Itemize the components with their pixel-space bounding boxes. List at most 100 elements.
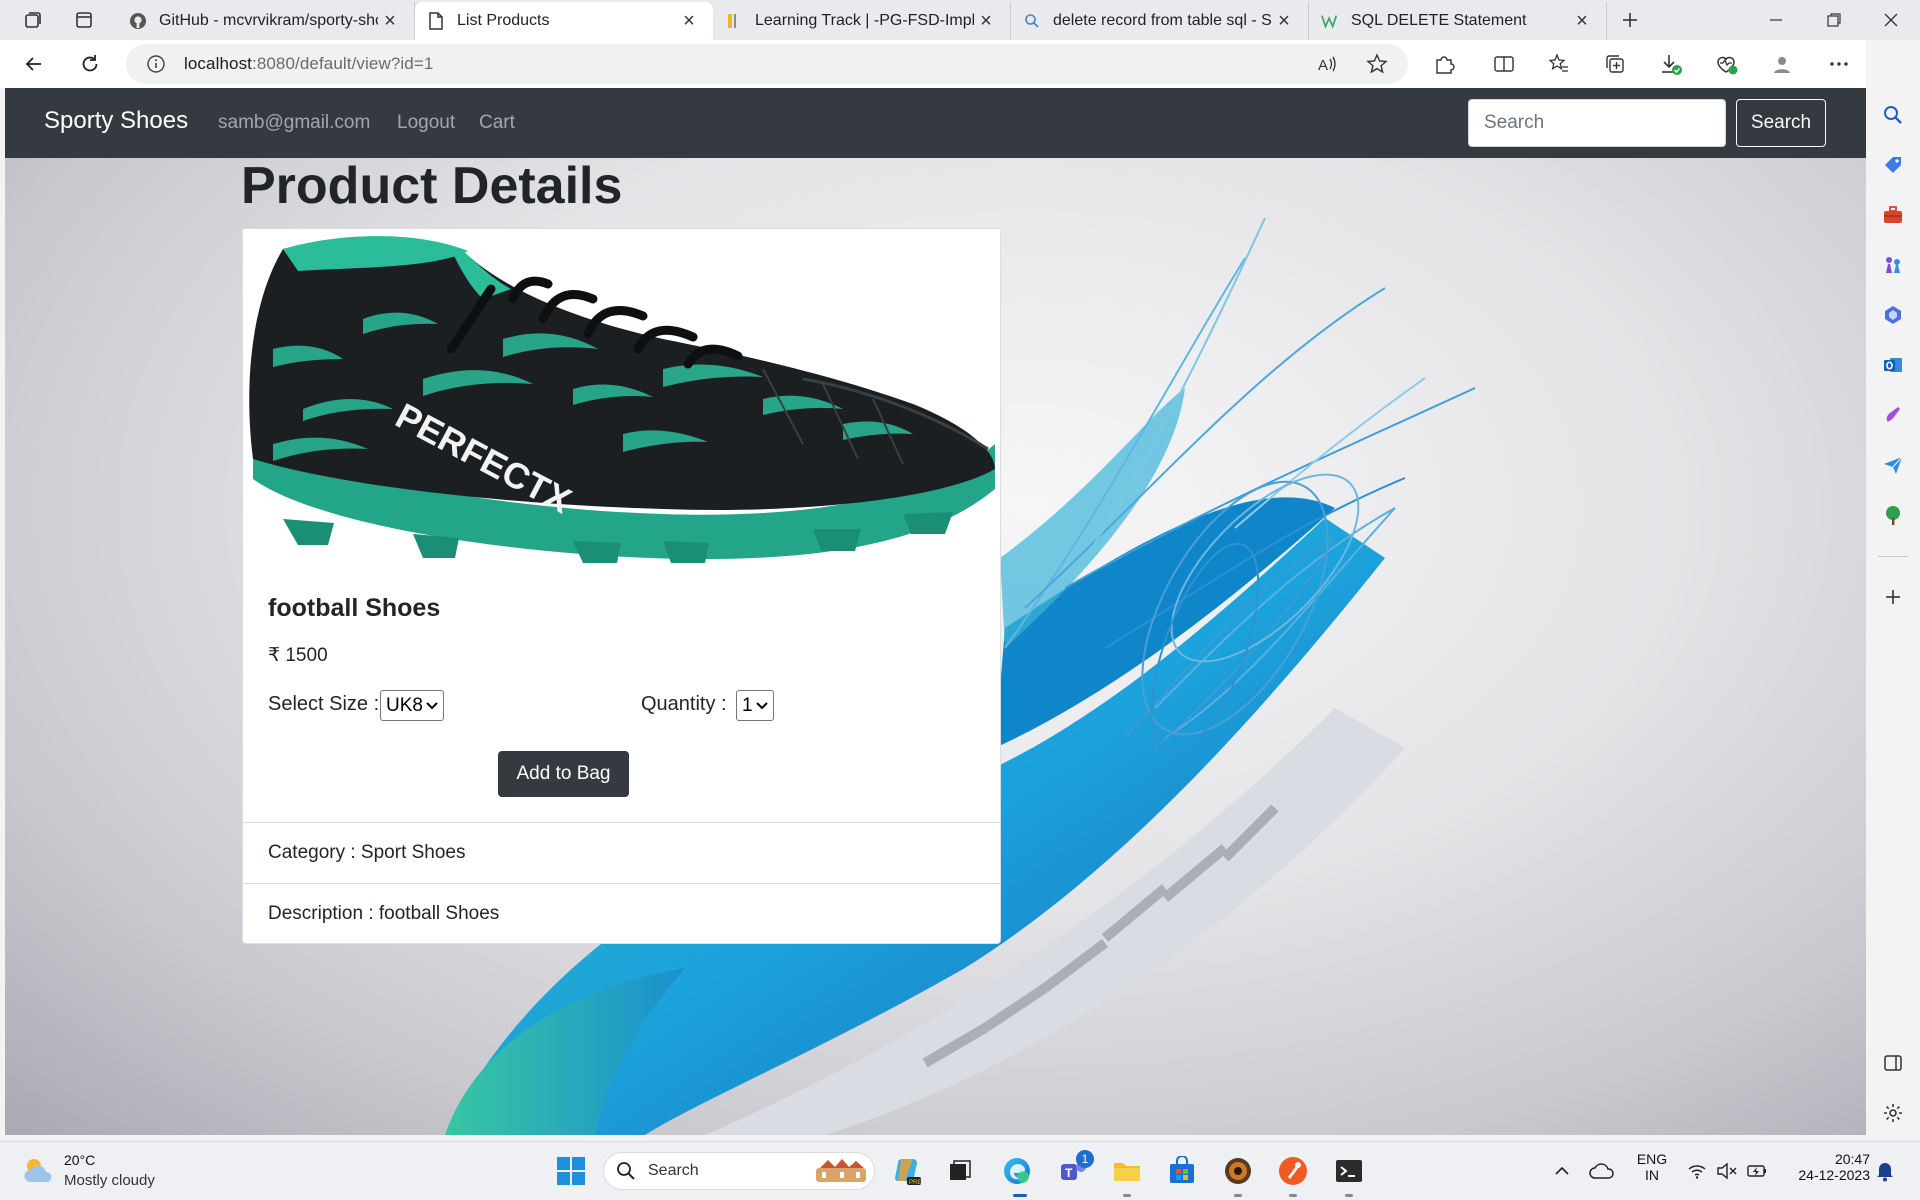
show-hidden-icons-chevron-up-icon[interactable]: [1543, 1152, 1581, 1190]
settings-more-icon[interactable]: [1825, 50, 1853, 78]
chevron-down-icon: [426, 699, 438, 713]
product-price: ₹ 1500: [268, 645, 328, 666]
close-tab-icon[interactable]: ×: [1570, 9, 1594, 33]
sidebar-divider: [1878, 556, 1908, 557]
close-window-icon[interactable]: [1863, 0, 1919, 40]
tree-icon[interactable]: [1880, 502, 1906, 528]
clock-date: 24-12-2023: [1798, 1167, 1870, 1183]
search-icon[interactable]: [1880, 102, 1906, 128]
microsoft-store-icon[interactable]: [1163, 1152, 1201, 1190]
clock[interactable]: 20:47 24-12-2023: [1780, 1151, 1870, 1183]
tab-title: delete record from table sql - Se: [1053, 12, 1272, 29]
size-label: Select Size :: [268, 693, 380, 715]
clock-time: 20:47: [1834, 1151, 1870, 1167]
downloads-icon[interactable]: [1657, 50, 1685, 78]
file-explorer-icon[interactable]: [1108, 1152, 1146, 1190]
close-tab-icon[interactable]: ×: [378, 9, 402, 33]
sidebar-settings-icon[interactable]: [1880, 1100, 1906, 1126]
edge-sidebar: [1866, 40, 1920, 1135]
tab-actions-icon[interactable]: [64, 0, 104, 40]
search-highlight-icon: [814, 1156, 870, 1186]
app-game-icon[interactable]: [1219, 1152, 1257, 1190]
product-category: Category : Sport Shoes: [243, 822, 1000, 883]
tab-search-results[interactable]: delete record from table sql - Se ×: [1011, 2, 1309, 40]
tools-briefcase-icon[interactable]: [1880, 202, 1906, 228]
size-select[interactable]: UK8: [380, 690, 444, 721]
tab-title: Learning Track | -PG-FSD-Implem: [755, 12, 974, 29]
back-icon[interactable]: [16, 46, 52, 82]
close-tab-icon[interactable]: ×: [1272, 9, 1296, 33]
add-to-bag-button[interactable]: Add to Bag: [498, 751, 629, 797]
battery-charging-icon[interactable]: [1738, 1152, 1776, 1190]
site-search-button[interactable]: Search: [1736, 99, 1826, 147]
terminal-running-indicator: [1345, 1194, 1353, 1197]
taskbar-search-box[interactable]: Search: [603, 1152, 875, 1190]
copilot-preview-icon[interactable]: PRE: [888, 1152, 926, 1190]
close-tab-icon[interactable]: ×: [677, 9, 701, 33]
close-tab-icon[interactable]: ×: [974, 9, 998, 33]
profile-icon[interactable]: [1768, 50, 1796, 78]
collections-icon[interactable]: [1601, 50, 1629, 78]
workspaces-icon[interactable]: [13, 0, 53, 40]
tab-title: SQL DELETE Statement: [1351, 12, 1527, 29]
site-brand[interactable]: Sporty Shoes: [44, 107, 188, 135]
language-code: ENG: [1636, 1151, 1668, 1167]
tab-title: List Products: [457, 12, 550, 29]
terminal-icon[interactable]: [1330, 1152, 1368, 1190]
tab-list-products[interactable]: List Products ×: [415, 2, 713, 40]
new-tab-icon[interactable]: [1610, 0, 1650, 40]
browser-tab-strip: GitHub - mcvrvikram/sporty-sho × List Pr…: [0, 0, 1920, 40]
nav-logout-link[interactable]: Logout: [397, 112, 455, 134]
weather-cloudy-icon[interactable]: [20, 1152, 58, 1190]
read-aloud-icon[interactable]: A: [1313, 50, 1341, 78]
postman-icon[interactable]: [1274, 1152, 1312, 1190]
nav-cart-link[interactable]: Cart: [479, 112, 515, 134]
quantity-select[interactable]: 1: [736, 690, 774, 721]
language-indicator[interactable]: ENG IN: [1632, 1151, 1672, 1183]
search-icon: [1023, 12, 1041, 30]
site-info-icon[interactable]: [144, 52, 168, 76]
product-image: PERFECTX: [243, 229, 1000, 576]
task-view-icon[interactable]: [941, 1152, 979, 1190]
browser-essentials-icon[interactable]: [1712, 50, 1740, 78]
designer-icon[interactable]: [1880, 402, 1906, 428]
product-description: Description : football Shoes: [243, 883, 1000, 944]
game-running-indicator: [1234, 1194, 1242, 1197]
github-icon: [129, 12, 147, 30]
favorite-star-icon[interactable]: [1363, 50, 1391, 78]
address-bar[interactable]: localhost:8080/default/view?id=1: [126, 44, 1408, 84]
games-chess-icon[interactable]: [1880, 252, 1906, 278]
add-icon[interactable]: [1880, 584, 1906, 610]
tab-sql-delete[interactable]: SQL DELETE Statement ×: [1309, 2, 1607, 40]
microsoft-365-icon[interactable]: [1880, 302, 1906, 328]
extensions-icon[interactable]: [1430, 50, 1458, 78]
hide-sidebar-icon[interactable]: [1880, 1050, 1906, 1076]
onedrive-cloud-icon[interactable]: [1583, 1152, 1621, 1190]
windows-taskbar: 20°C Mostly cloudy Search PRE T 1 ENG IN…: [0, 1141, 1920, 1200]
windows-start-icon[interactable]: [552, 1152, 590, 1190]
notification-bell-icon[interactable]: [1866, 1152, 1904, 1190]
refresh-icon[interactable]: [72, 46, 108, 82]
nav-user-email[interactable]: samb@gmail.com: [218, 112, 370, 134]
tab-github[interactable]: GitHub - mcvrvikram/sporty-sho ×: [117, 2, 415, 40]
restore-icon[interactable]: [1806, 0, 1862, 40]
split-screen-icon[interactable]: [1490, 50, 1518, 78]
svg-text:T: T: [1065, 1166, 1073, 1180]
tab-learning-track[interactable]: Learning Track | -PG-FSD-Implem ×: [713, 2, 1011, 40]
product-name: football Shoes: [268, 594, 441, 622]
favorites-icon[interactable]: [1545, 50, 1573, 78]
minimize-icon[interactable]: [1748, 0, 1804, 40]
taskbar-search-label: Search: [648, 1162, 699, 1179]
svg-text:PRE: PRE: [909, 1180, 921, 1186]
weather-temperature: 20°C: [64, 1152, 96, 1168]
edge-running-indicator: [1013, 1194, 1027, 1197]
chevron-down-icon: [755, 699, 768, 713]
page-viewport: Sporty Shoes samb@gmail.com Logout Cart …: [5, 88, 1866, 1135]
site-search-input[interactable]: [1468, 99, 1726, 147]
product-card: PERFECTX football Shoes ₹ 1500 Select Si…: [242, 228, 1001, 944]
edge-browser-icon[interactable]: [998, 1152, 1036, 1190]
shopping-tag-icon[interactable]: [1880, 152, 1906, 178]
outlook-icon[interactable]: [1880, 352, 1906, 378]
send-icon[interactable]: [1880, 452, 1906, 478]
explorer-running-indicator: [1123, 1194, 1131, 1197]
